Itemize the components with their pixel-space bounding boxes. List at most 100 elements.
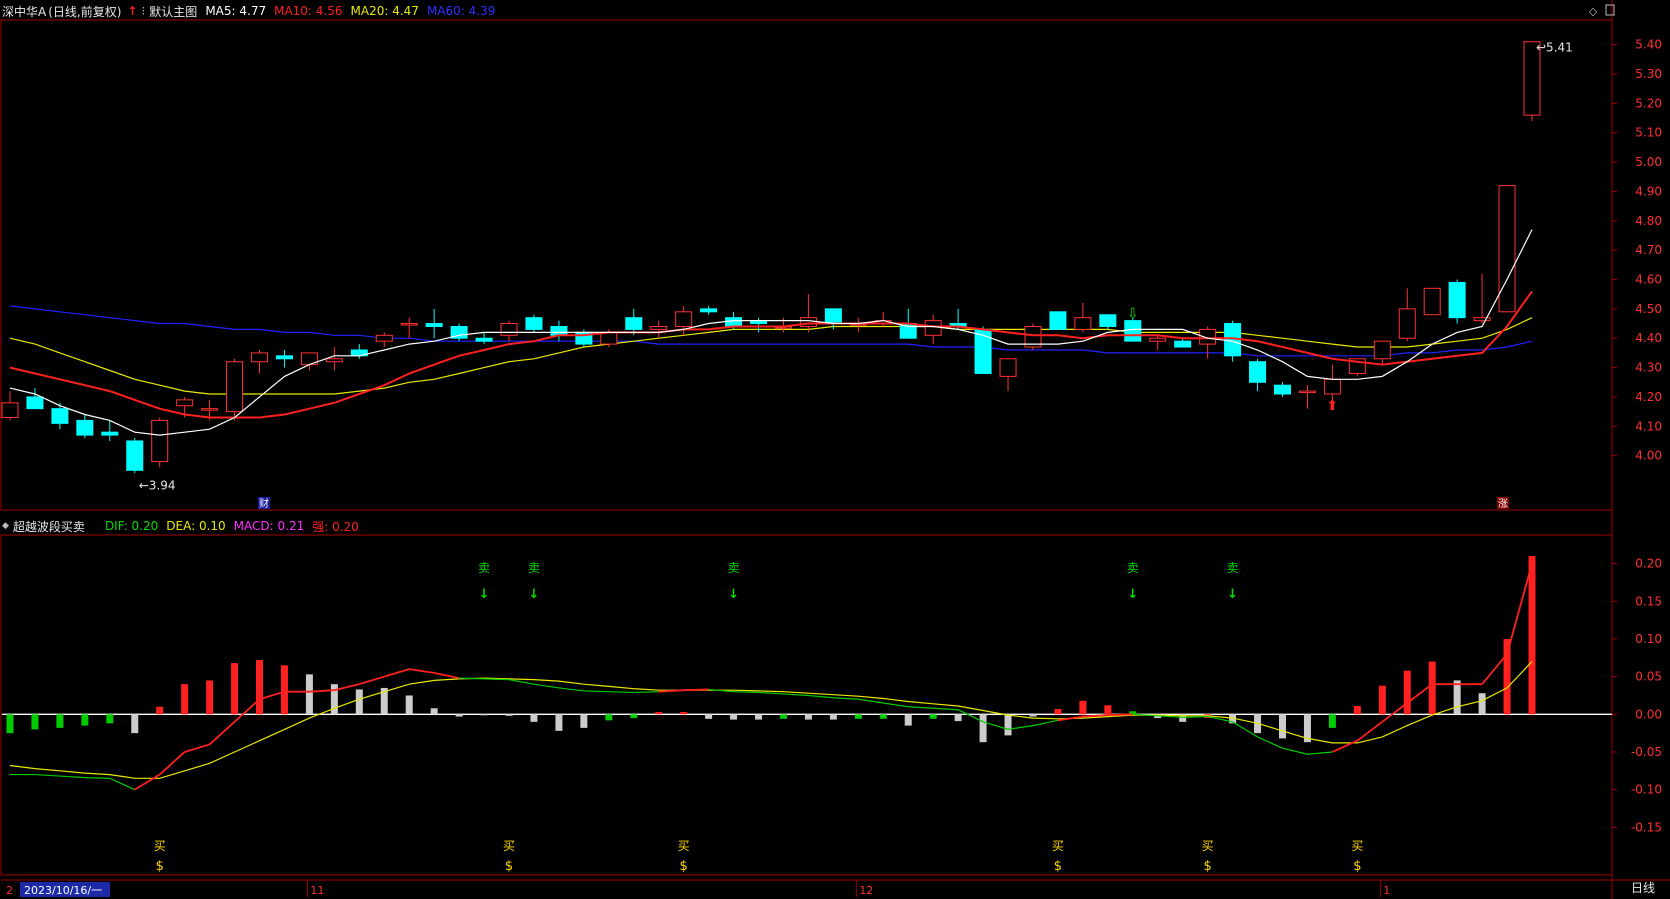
- candle-body[interactable]: [151, 419, 169, 463]
- candle-body[interactable]: [51, 408, 69, 424]
- candle-body[interactable]: [251, 352, 269, 363]
- candle-body[interactable]: [550, 325, 568, 336]
- price-axis-label: 4.90: [1635, 184, 1662, 198]
- candle-body[interactable]: [1149, 337, 1167, 342]
- candle-body[interactable]: [275, 355, 293, 360]
- candle-body[interactable]: [101, 431, 119, 436]
- candle-body[interactable]: [1398, 308, 1416, 339]
- candle-body[interactable]: [1099, 314, 1117, 327]
- dif-line-segment: [808, 694, 834, 699]
- menu-dots-icon[interactable]: ⁝: [141, 4, 145, 18]
- macd-bar: [1004, 714, 1012, 736]
- diamond-icon[interactable]: ◇: [1589, 5, 1598, 18]
- candle-body[interactable]: [375, 334, 393, 342]
- stock-chart[interactable]: 5.40 5.30 5.20 5.10 5.00 4.90 4.80 4.70 4.60 4.50…: [0, 0, 1670, 899]
- macd-bar: [455, 714, 463, 717]
- indicator-name[interactable]: 超越波段买卖: [13, 518, 85, 535]
- ma5-label: MA5: 4.77: [205, 4, 267, 18]
- candle-body[interactable]: [1498, 185, 1516, 313]
- macd-bar: [6, 714, 14, 734]
- macd-bar: [804, 714, 812, 720]
- candle-body[interactable]: [425, 323, 443, 327]
- candle-body[interactable]: [400, 323, 418, 326]
- candle-body[interactable]: [226, 361, 244, 413]
- candle-body[interactable]: [650, 325, 668, 330]
- candle-body[interactable]: [475, 337, 493, 342]
- candle-body[interactable]: [625, 317, 643, 330]
- macd-panel-frame: [0, 534, 1613, 876]
- sell-signal-label: 卖: [528, 561, 540, 575]
- candle-body[interactable]: [1448, 281, 1466, 319]
- macd-axis-label: -0.15: [1631, 820, 1662, 834]
- macd-bar: [829, 714, 837, 720]
- macd-bar: [430, 708, 438, 715]
- price-axis-label: 5.00: [1635, 155, 1662, 169]
- candle-body[interactable]: [1049, 311, 1067, 330]
- macd-bar: [779, 714, 787, 719]
- price-axis-label: 5.10: [1635, 126, 1662, 140]
- selected-date[interactable]: 2023/10/16/一: [24, 884, 102, 897]
- candle-body[interactable]: [26, 396, 44, 410]
- candle-body[interactable]: [999, 358, 1017, 377]
- candle-body[interactable]: [1, 402, 19, 418]
- candle-body[interactable]: [126, 440, 144, 471]
- macd-bar: [705, 714, 713, 719]
- candle-body[interactable]: [700, 308, 718, 313]
- sell-signal-label: 卖: [478, 561, 490, 575]
- candle-body[interactable]: [76, 419, 94, 436]
- stock-name[interactable]: 深中华A: [2, 3, 46, 20]
- dif-line-segment: [1257, 736, 1283, 749]
- dif-line-segment: [933, 707, 959, 711]
- dif-line-segment: [109, 777, 136, 791]
- candle-body[interactable]: [1174, 340, 1192, 348]
- date-axis-stub: 2: [6, 884, 13, 897]
- limit-up-badge[interactable]: 涨: [1498, 498, 1508, 510]
- chart-name[interactable]: 默认主图: [149, 3, 197, 20]
- candle-body[interactable]: [974, 328, 992, 374]
- macd-bar: [680, 712, 688, 715]
- high-price-label: ↩5.41: [1536, 41, 1573, 55]
- window-toggle-icon[interactable]: [1605, 4, 1615, 16]
- collapse-icon[interactable]: ◆: [2, 521, 9, 531]
- dif-line-segment: [34, 773, 60, 777]
- candle-body[interactable]: [176, 399, 194, 407]
- candle-body[interactable]: [725, 317, 743, 327]
- macd-bar: [854, 714, 862, 719]
- candle-body[interactable]: [1249, 361, 1267, 383]
- candle-body[interactable]: [1298, 390, 1316, 394]
- candle-body[interactable]: [675, 311, 693, 327]
- macd-bar: [605, 714, 613, 721]
- macd-bar: [81, 714, 89, 726]
- candle-body[interactable]: [1373, 340, 1391, 360]
- dif-line-segment: [484, 678, 510, 681]
- candle-body[interactable]: [1473, 317, 1491, 322]
- candle-body[interactable]: [1323, 378, 1341, 395]
- candle-body[interactable]: [500, 323, 518, 336]
- buy-signal-label: 买: [503, 839, 515, 853]
- macd-bar: [1054, 709, 1062, 715]
- candle-body[interactable]: [924, 320, 942, 336]
- price-axis-label: 4.20: [1635, 390, 1662, 404]
- sell-signal-arrow-icon: ↓: [728, 587, 739, 602]
- candle-body[interactable]: [525, 317, 543, 330]
- macd-bar: [1328, 714, 1336, 728]
- dif-line-segment: [184, 743, 210, 753]
- period-button[interactable]: 日线: [1620, 880, 1666, 896]
- macd-bar: [904, 714, 912, 726]
- dif-line-segment: [259, 690, 285, 701]
- candle-body[interactable]: [824, 308, 842, 325]
- candle-body[interactable]: [325, 358, 343, 363]
- candle-body[interactable]: [1074, 317, 1092, 330]
- macd-bar: [1378, 685, 1386, 715]
- finance-badge[interactable]: 财: [259, 497, 269, 510]
- price-axis-label: 5.40: [1635, 38, 1662, 52]
- candle-body[interactable]: [600, 331, 618, 345]
- candle-body[interactable]: [201, 408, 219, 411]
- dif-line-segment: [733, 691, 759, 694]
- candle-body[interactable]: [1423, 287, 1441, 316]
- price-axis-label: 4.30: [1635, 361, 1662, 375]
- macd-axis-label: 0.00: [1635, 707, 1662, 721]
- macd-axis-label: 0.05: [1635, 670, 1662, 684]
- candle-body[interactable]: [1273, 384, 1291, 395]
- candle-body[interactable]: [1124, 320, 1142, 342]
